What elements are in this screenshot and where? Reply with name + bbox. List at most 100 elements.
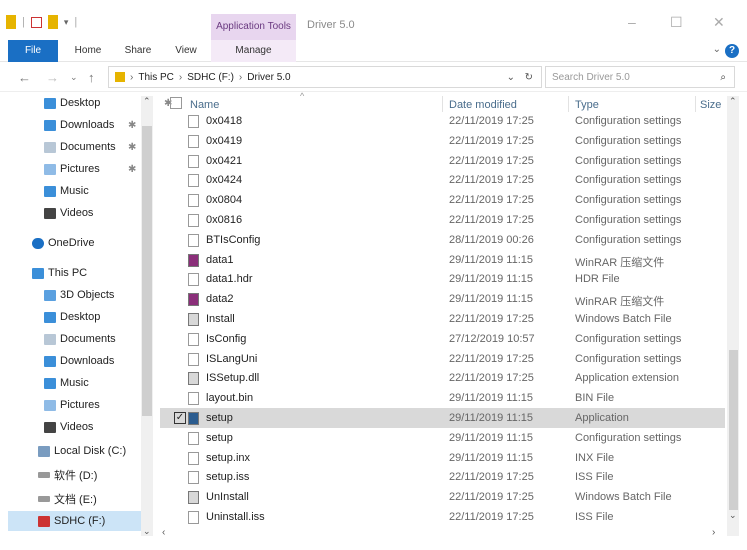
file-date: 22/11/2019 17:25 [449,154,534,167]
nav-quick-music[interactable]: Music [44,181,89,201]
select-all-checkbox[interactable] [170,97,182,109]
nav-scroll-thumb[interactable] [142,126,152,416]
nav-downloads[interactable]: Downloads [44,351,114,371]
nav-scroll-down-icon[interactable]: ⌄ [143,526,151,537]
file-icon [188,273,199,287]
breadcrumb-this-pc[interactable]: This PC [138,72,174,83]
table-row[interactable]: setup 29/11/2019 11:15 Configuration setti… [160,428,725,448]
nav-quick-videos[interactable]: Videos [44,203,93,223]
file-type: Windows Batch File [575,491,672,504]
back-icon[interactable]: ← [18,70,31,85]
column-divider[interactable] [695,96,696,112]
table-row[interactable]: data1.hdr 29/11/2019 11:15 HDR File [160,269,725,289]
nav-videos[interactable]: Videos [44,417,93,437]
expand-ribbon-icon[interactable]: ⌄ [713,44,721,55]
scroll-left-icon[interactable]: ‹ [162,527,165,538]
table-row[interactable]: BTIsConfig 28/11/2019 00:26 Configuration … [160,230,725,250]
table-row[interactable]: 0x0418 22/11/2019 17:25 Configuration sett… [160,111,725,131]
row-checkbox[interactable]: ✓ [174,412,186,424]
refresh-icon[interactable]: ↻ [525,72,533,83]
nav-sdhc-f[interactable]: SDHC (F:) [8,511,148,531]
column-size[interactable]: Size [700,99,721,111]
desktop-icon [44,311,56,323]
table-row[interactable]: Uninstall.iss 22/11/2019 17:25 ISS File [160,507,725,527]
table-row[interactable]: ✓ setup 29/11/2019 11:15 Application [160,408,725,428]
tab-home[interactable]: Home [68,40,108,62]
table-row[interactable]: 0x0804 22/11/2019 17:25 Configuration sett… [160,190,725,210]
chevron-right-icon: › [178,71,183,83]
nav-drive-d[interactable]: 软件 (D:) [38,465,97,485]
maximize-icon[interactable]: ☐ [670,14,683,31]
new-folder-icon[interactable] [47,15,58,29]
file-name: setup.iss [206,471,250,484]
table-row[interactable]: ISLangUni 22/11/2019 17:25 Configuration s… [160,349,725,369]
nav-scroll-up-icon[interactable]: ⌃ [143,96,151,107]
table-row[interactable]: 0x0816 22/11/2019 17:25 Configuration sett… [160,210,725,230]
nav-music[interactable]: Music [44,373,89,393]
content-scroll-thumb[interactable] [729,350,738,510]
table-row[interactable]: setup.iss 22/11/2019 17:25 ISS File [160,467,725,487]
table-row[interactable]: 0x0424 22/11/2019 17:25 Configuration sett… [160,170,725,190]
tab-file[interactable]: File [8,40,58,62]
breadcrumb-sdhc[interactable]: SDHC (F:) [187,72,234,83]
table-row[interactable]: layout.bin 29/11/2019 11:15 BIN File [160,388,725,408]
nav-quick-pictures[interactable]: Pictures ✱ [44,159,136,179]
column-divider[interactable] [442,96,443,112]
column-date[interactable]: Date modified [449,99,517,111]
nav-this-pc[interactable]: This PC [32,263,87,283]
tab-share[interactable]: Share [118,40,158,62]
documents-icon [44,141,56,153]
pin-icon: ✱ [128,163,137,175]
nav-documents[interactable]: Documents [44,329,116,349]
table-row[interactable]: Install 22/11/2019 17:25 Windows Batch Fil… [160,309,725,329]
file-icon [188,313,199,326]
column-name[interactable]: Name [190,99,219,111]
address-bar[interactable]: › This PC › SDHC (F:) › Driver 5.0 ⌄ ↻ [108,66,542,88]
breadcrumb-driver[interactable]: Driver 5.0 [247,72,290,83]
customize-toolbar-icon[interactable]: ▾ [64,17,69,28]
nav-desktop[interactable]: Desktop [44,307,100,327]
table-row[interactable]: UnInstall 22/11/2019 17:25 Windows Batch F… [160,487,725,507]
column-type[interactable]: Type [575,99,599,111]
nav-3d-objects[interactable]: 3D Objects [44,285,114,305]
up-icon[interactable]: ↑ [88,70,95,85]
scroll-right-icon[interactable]: › [712,527,715,538]
table-row[interactable]: 0x0421 22/11/2019 17:25 Configuration sett… [160,151,725,171]
pin-icon: ✱ [128,141,137,153]
scroll-up-icon[interactable]: ⌃ [729,96,737,107]
table-row[interactable]: ISSetup.dll 22/11/2019 17:25 Application e… [160,368,725,388]
file-name: data2 [206,293,234,306]
file-icon [188,372,199,386]
nav-quick-downloads[interactable]: Downloads ✱ [44,115,136,135]
table-row[interactable]: data1 29/11/2019 11:15 WinRAR 压缩文件 [160,250,725,270]
file-list: Name ^ Date modified Type Size 0x0418 22/… [160,91,740,539]
file-icon [188,134,199,148]
tab-view[interactable]: View [166,40,206,62]
table-row[interactable]: data2 29/11/2019 11:15 WinRAR 压缩文件 [160,289,725,309]
search-input[interactable]: Search Driver 5.0 ⌕ [545,66,735,88]
nav-local-disk-c[interactable]: Local Disk (C:) [38,441,126,461]
dropdown-icon[interactable]: ⌄ [507,72,515,83]
scroll-down-icon[interactable]: ⌄ [729,510,737,521]
nav-pictures[interactable]: Pictures [44,395,100,415]
table-row[interactable]: IsConfig 27/12/2019 10:57 Configuration se… [160,329,725,349]
address-row: ← → ⌄ ↑ › This PC › SDHC (F:) › Driver 5… [0,62,747,92]
properties-icon[interactable] [30,16,42,28]
help-icon[interactable]: ? [725,44,739,58]
nav-quick-desktop[interactable]: Desktop ✱ [44,93,172,113]
column-divider[interactable] [568,96,569,112]
search-icon[interactable]: ⌕ [720,72,726,83]
close-icon[interactable]: ✕ [713,14,725,31]
recent-locations-icon[interactable]: ⌄ [70,72,78,83]
minimize-icon[interactable]: – [628,14,636,30]
documents-icon [44,333,56,345]
file-name: data1 [206,253,234,266]
computer-icon [32,267,44,279]
forward-icon[interactable]: → [46,70,59,85]
table-row[interactable]: 0x0419 22/11/2019 17:25 Configuration sett… [160,131,725,151]
table-row[interactable]: setup.inx 29/11/2019 11:15 INX File [160,448,725,468]
nav-drive-e[interactable]: 文档 (E:) [38,489,97,509]
nav-quick-documents[interactable]: Documents ✱ [44,137,136,157]
tab-manage[interactable]: Manage [211,40,296,62]
nav-onedrive[interactable]: OneDrive [32,233,94,253]
